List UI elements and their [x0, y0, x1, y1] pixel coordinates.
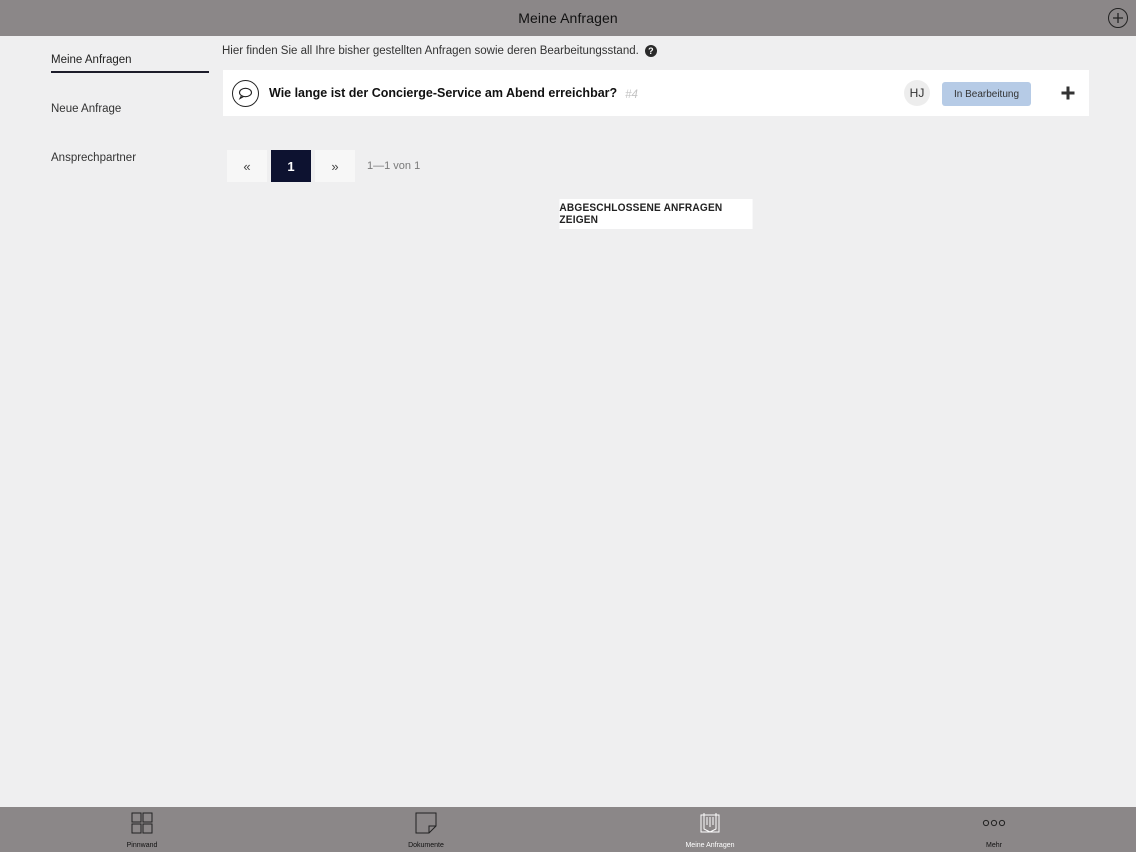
sidebar: Meine Anfragen Neue Anfrage Ansprechpart…	[51, 36, 209, 183]
plus-icon	[1113, 13, 1123, 23]
previous-page-button[interactable]: «	[227, 150, 267, 182]
speech-bubble-icon	[232, 79, 259, 107]
tab-mehr[interactable]: Mehr	[852, 807, 1136, 852]
tab-pinnwand[interactable]: Pinnwand	[0, 807, 284, 852]
tab-meine-anfragen[interactable]: Meine Anfragen	[568, 807, 852, 852]
assignee-avatar: HJ	[904, 80, 930, 106]
more-icon	[982, 811, 1006, 835]
tab-label: Meine Anfragen	[685, 842, 735, 849]
sidebar-item-ansprechpartner[interactable]: Ansprechpartner	[51, 134, 209, 183]
tab-label: Mehr	[986, 842, 1002, 849]
page-1-button[interactable]: 1	[271, 150, 311, 182]
tab-label: Dokumente	[408, 842, 444, 849]
pagination-info: 1—1 von 1	[367, 160, 421, 172]
pagination: « 1 » 1—1 von 1	[227, 150, 420, 182]
show-closed-requests-button[interactable]: ABGESCHLOSSENE ANFRAGEN ZEIGEN	[559, 199, 753, 229]
help-icon[interactable]: ?	[644, 45, 657, 57]
expand-plus-icon[interactable]	[1059, 84, 1077, 102]
request-id: #4	[625, 89, 638, 101]
intro-text-row: Hier finden Sie all Ihre bisher gestellt…	[222, 45, 657, 57]
sidebar-item-neue-anfrage[interactable]: Neue Anfrage	[51, 85, 209, 134]
tab-label: Pinnwand	[126, 842, 158, 849]
requests-icon	[698, 811, 722, 835]
sidebar-item-meine-anfragen[interactable]: Meine Anfragen	[51, 36, 209, 73]
next-page-button[interactable]: »	[315, 150, 355, 182]
request-row[interactable]: Wie lange ist der Concierge-Service am A…	[223, 70, 1089, 116]
tab-dokumente[interactable]: Dokumente	[284, 807, 568, 852]
request-title[interactable]: Wie lange ist der Concierge-Service am A…	[269, 86, 617, 100]
intro-text: Hier finden Sie all Ihre bisher gestellt…	[222, 45, 639, 57]
page-title: Meine Anfragen	[518, 10, 618, 26]
add-request-button[interactable]	[1108, 8, 1128, 28]
tab-bar: Pinnwand Dokumente Meine Anfragen Mehr	[0, 807, 1136, 852]
document-icon	[415, 811, 437, 835]
top-bar: Meine Anfragen	[0, 0, 1136, 36]
grid-icon	[131, 811, 153, 835]
status-badge: In Bearbeitung	[942, 82, 1031, 106]
